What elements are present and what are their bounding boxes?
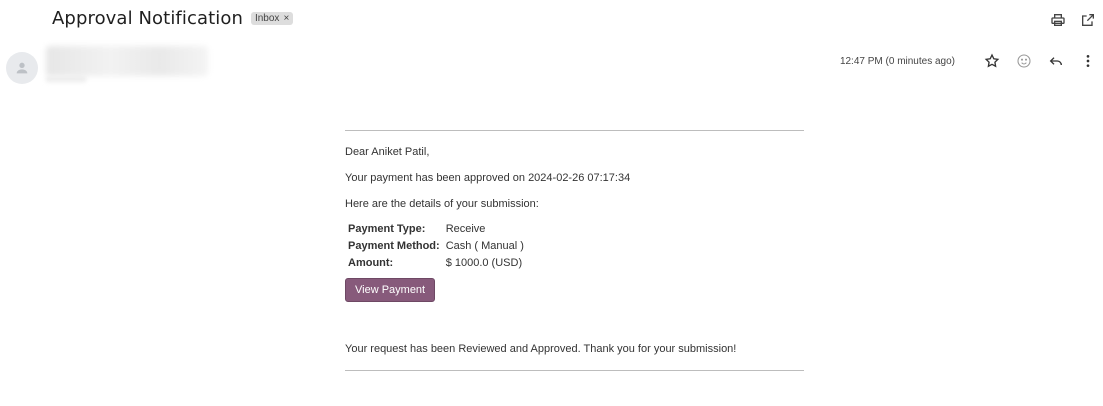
detail-row: Payment Type: Receive [345,221,527,238]
sender-name-blurred [46,46,208,76]
detail-key: Amount: [348,257,394,269]
detail-value: Receive [445,223,486,235]
star-icon[interactable] [983,52,1001,70]
message-meta-row: 12:47 PM (0 minutes ago) [840,52,1097,70]
detail-value: $ 1000.0 (USD) [445,257,523,269]
email-subject: Approval Notification [52,8,243,29]
view-payment-button[interactable]: View Payment [345,278,436,302]
top-toolbar [1049,11,1097,29]
top-divider [345,130,804,131]
print-icon[interactable] [1049,11,1067,29]
detail-value: Cash ( Manual ) [445,240,524,252]
label-text: Inbox [254,13,280,24]
sender-email-blurred [46,76,86,82]
details-table: Payment Type: Receive Payment Method: Ca… [345,221,527,272]
detail-row: Amount: $ 1000.0 (USD) [345,255,527,272]
approval-line: Your payment has been approved on 2024-0… [345,172,631,184]
inbox-label-chip[interactable]: Inbox × [250,12,294,25]
subject-row: Approval Notification Inbox × [52,8,294,29]
remove-label-icon[interactable]: × [283,13,289,24]
bottom-divider [345,370,804,371]
greeting: Dear Aniket Patil, [345,146,430,158]
message-timestamp: 12:47 PM (0 minutes ago) [839,55,955,67]
person-icon [16,62,28,74]
reply-icon[interactable] [1047,52,1065,70]
details-intro: Here are the details of your submission: [345,198,539,210]
closing-line: Your request has been Reviewed and Appro… [345,343,737,355]
more-options-icon[interactable] [1079,52,1097,70]
detail-key: Payment Type: [348,223,426,235]
sender-avatar [6,52,38,84]
detail-key: Payment Method: [348,240,440,252]
open-in-new-window-icon[interactable] [1079,11,1097,29]
emoji-react-icon[interactable] [1015,52,1033,70]
detail-row: Payment Method: Cash ( Manual ) [345,238,527,255]
email-body: Dear Aniket Patil, Your payment has been… [345,130,804,371]
